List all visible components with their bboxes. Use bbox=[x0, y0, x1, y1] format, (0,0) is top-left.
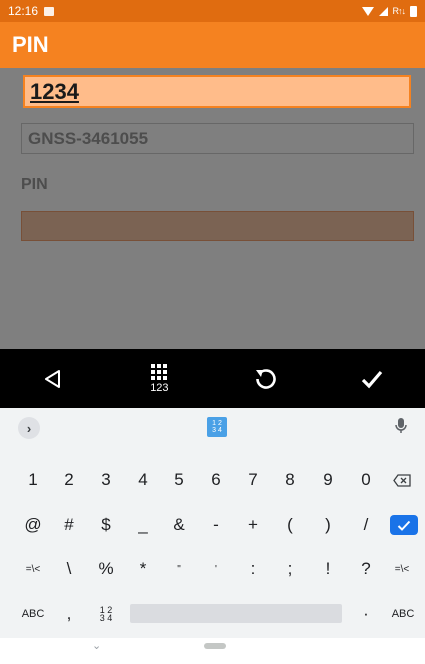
key-close-paren[interactable]: ) bbox=[309, 505, 347, 545]
backspace-icon bbox=[393, 473, 411, 487]
chevron-right-icon[interactable]: › bbox=[18, 417, 40, 439]
back-button[interactable] bbox=[0, 349, 106, 408]
key-plus[interactable]: + bbox=[234, 505, 272, 545]
key-exclamation[interactable]: ! bbox=[309, 549, 347, 589]
key-7[interactable]: 7 bbox=[234, 460, 272, 500]
key-more-symbols-left[interactable]: =\< bbox=[14, 549, 52, 589]
key-0[interactable]: 0 bbox=[347, 460, 385, 500]
status-bar: 12:16 R↑↓ bbox=[0, 0, 425, 22]
status-icons: R↑↓ bbox=[361, 5, 417, 17]
refresh-button[interactable] bbox=[213, 349, 319, 408]
numpad-key-bottom: 3 4 bbox=[99, 613, 113, 623]
key-6[interactable]: 6 bbox=[197, 460, 235, 500]
action-bar: 123 bbox=[0, 349, 425, 408]
signal-icon bbox=[378, 6, 388, 16]
keyboard-toolbar: › 1 23 4 bbox=[0, 408, 425, 446]
check-icon bbox=[397, 520, 411, 531]
key-8[interactable]: 8 bbox=[271, 460, 309, 500]
key-3[interactable]: 3 bbox=[87, 460, 125, 500]
key-asterisk[interactable]: * bbox=[124, 549, 162, 589]
microphone-icon[interactable] bbox=[395, 417, 407, 440]
key-hash[interactable]: # bbox=[50, 505, 88, 545]
key-more-symbols-right[interactable]: =\< bbox=[382, 549, 422, 589]
key-backslash[interactable]: \ bbox=[50, 549, 88, 589]
check-icon bbox=[361, 370, 383, 388]
wifi-icon bbox=[361, 6, 374, 16]
key-slash[interactable]: / bbox=[347, 505, 385, 545]
key-dollar[interactable]: $ bbox=[87, 505, 125, 545]
keyboard-row-symbols: @ # $ _ & - + ( ) / bbox=[0, 505, 425, 545]
key-abc-left[interactable]: ABC bbox=[14, 594, 52, 634]
numpad-icon: 123 bbox=[150, 363, 169, 394]
key-2[interactable]: 2 bbox=[50, 460, 88, 500]
home-pill[interactable] bbox=[204, 643, 226, 649]
mode-label-bottom: 3 4 bbox=[212, 427, 222, 434]
key-ampersand[interactable]: & bbox=[160, 505, 198, 545]
keyboard-row-digits: 1 2 3 4 5 6 7 8 9 0 bbox=[0, 460, 425, 500]
key-backspace[interactable] bbox=[382, 460, 422, 500]
key-underscore[interactable]: _ bbox=[124, 505, 162, 545]
navigation-bar: ⌄ bbox=[0, 638, 425, 664]
image-notification-icon bbox=[44, 6, 55, 16]
status-time: 12:16 bbox=[8, 4, 39, 18]
key-numpad[interactable]: 1 23 4 bbox=[87, 594, 125, 634]
pin-edit-text: 1234 bbox=[30, 79, 79, 104]
key-single-quote[interactable]: ' bbox=[197, 549, 235, 589]
key-question[interactable]: ? bbox=[347, 549, 385, 589]
key-open-paren[interactable]: ( bbox=[271, 505, 309, 545]
battery-icon bbox=[410, 5, 417, 17]
key-double-quote[interactable]: " bbox=[160, 549, 198, 589]
app-bar: PIN bbox=[0, 22, 425, 68]
key-semicolon[interactable]: ; bbox=[271, 549, 309, 589]
data-indicator: R↑↓ bbox=[392, 6, 406, 16]
keyboard-row-punctuation: =\< \ % * " ' : ; ! ? =\< bbox=[0, 549, 425, 589]
key-colon[interactable]: : bbox=[234, 549, 272, 589]
pin-edit-field[interactable]: 1234 bbox=[23, 75, 411, 108]
refresh-icon bbox=[255, 368, 276, 389]
key-percent[interactable]: % bbox=[87, 549, 125, 589]
enter-button[interactable] bbox=[390, 515, 418, 535]
dim-overlay[interactable] bbox=[0, 68, 425, 349]
keyboard-row-bottom: ABC , 1 23 4 · ABC bbox=[0, 594, 425, 634]
numpad-label: 123 bbox=[150, 381, 169, 394]
key-4[interactable]: 4 bbox=[124, 460, 162, 500]
key-9[interactable]: 9 bbox=[309, 460, 347, 500]
key-1[interactable]: 1 bbox=[14, 460, 52, 500]
page-title: PIN bbox=[12, 32, 49, 57]
confirm-button[interactable] bbox=[319, 349, 425, 408]
number-mode-icon[interactable]: 1 23 4 bbox=[207, 417, 227, 437]
chevron-down-icon[interactable]: ⌄ bbox=[92, 639, 101, 652]
back-triangle-icon bbox=[45, 369, 61, 388]
key-comma[interactable]: , bbox=[50, 594, 88, 634]
numpad-button[interactable]: 123 bbox=[106, 349, 212, 408]
key-abc-right[interactable]: ABC bbox=[384, 594, 422, 634]
key-period[interactable]: · bbox=[347, 594, 385, 634]
mode-label-top: 1 2 bbox=[212, 420, 222, 427]
key-5[interactable]: 5 bbox=[160, 460, 198, 500]
key-at[interactable]: @ bbox=[14, 505, 52, 545]
space-bar[interactable] bbox=[130, 604, 342, 623]
key-minus[interactable]: - bbox=[197, 505, 235, 545]
screen: 12:16 R↑↓ PIN GNSS-3461055 PIN 1234 bbox=[0, 0, 425, 664]
keyboard: › 1 23 4 1 2 3 4 5 6 7 8 9 0 @ # $ _ & -… bbox=[0, 408, 425, 638]
